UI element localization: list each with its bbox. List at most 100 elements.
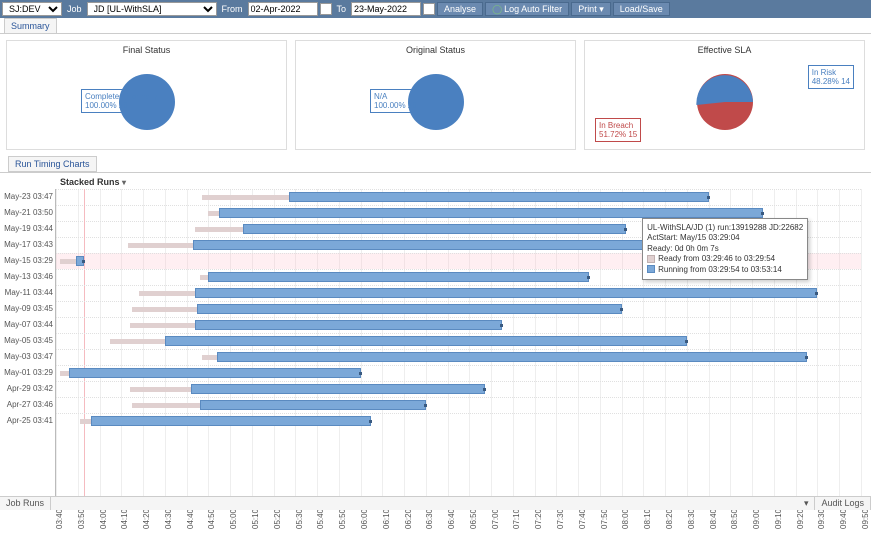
- gantt-row[interactable]: May-03 03:47: [56, 349, 861, 365]
- x-tick: 06:30: [425, 509, 434, 529]
- gantt-row[interactable]: May-09 03:45: [56, 301, 861, 317]
- y-label: May-05 03:45: [1, 336, 53, 345]
- gantt-row[interactable]: May-07 03:44: [56, 317, 861, 333]
- job-select[interactable]: JD [UL-WithSLA]: [87, 2, 217, 16]
- analyse-button[interactable]: Analyse: [437, 2, 483, 16]
- x-tick: 09:00: [752, 509, 761, 529]
- ready-bar[interactable]: [139, 291, 196, 296]
- ready-bar[interactable]: [200, 275, 209, 280]
- running-bar[interactable]: [195, 320, 502, 330]
- from-label: From: [219, 4, 246, 14]
- pie-chart-icon: [695, 72, 755, 132]
- ready-bar[interactable]: [128, 243, 193, 248]
- ready-bar[interactable]: [132, 307, 197, 312]
- y-label: May-03 03:47: [1, 352, 53, 361]
- x-tick: 07:10: [512, 509, 521, 529]
- x-tick: 09:40: [839, 509, 848, 529]
- pie-title: Effective SLA: [589, 45, 860, 55]
- calendar-icon[interactable]: [423, 3, 435, 15]
- y-label: May-13 03:46: [1, 272, 53, 281]
- gantt-row[interactable]: May-01 03:29: [56, 365, 861, 381]
- footer-tab-job-runs[interactable]: Job Runs: [0, 497, 51, 510]
- pie-legend-item: In Risk48.28% 14: [808, 65, 854, 89]
- x-tick: 05:00: [229, 509, 238, 529]
- to-date-input[interactable]: [351, 2, 421, 16]
- footer-tab-audit-logs[interactable]: Audit Logs: [815, 497, 871, 510]
- pie-legend-item: Completed Normally100.00% 29: [81, 89, 161, 113]
- ready-bar[interactable]: [110, 339, 164, 344]
- running-bar[interactable]: [219, 208, 763, 218]
- pie-legend-item: N/A100.00% 29: [370, 89, 421, 113]
- load-save-button[interactable]: Load/Save: [613, 2, 670, 16]
- ready-bar[interactable]: [208, 211, 219, 216]
- y-label: Apr-29 03:42: [1, 384, 53, 393]
- x-tick: 09:10: [774, 509, 783, 529]
- chevron-down-icon: ▾: [122, 178, 126, 187]
- stacked-runs-chart[interactable]: May-23 03:47May-21 03:50May-19 03:44UL-W…: [55, 189, 861, 499]
- x-tick: 08:50: [730, 509, 739, 529]
- ready-bar[interactable]: [130, 387, 191, 392]
- gantt-row[interactable]: Apr-25 03:41: [56, 413, 861, 429]
- x-tick: 06:10: [382, 509, 391, 529]
- running-bar[interactable]: [289, 192, 709, 202]
- gantt-row[interactable]: May-23 03:47: [56, 189, 861, 205]
- footer-dropdown[interactable]: ▾: [798, 497, 816, 510]
- ready-bar[interactable]: [202, 195, 289, 200]
- tab-row: Summary: [0, 18, 871, 34]
- x-tick: 04:50: [207, 509, 216, 529]
- pie-title: Original Status: [300, 45, 571, 55]
- running-bar[interactable]: [197, 304, 621, 314]
- chevron-down-icon: ▾: [599, 4, 604, 14]
- running-bar[interactable]: [191, 384, 485, 394]
- pie-title: Final Status: [11, 45, 282, 55]
- x-tick: 04:30: [164, 509, 173, 529]
- y-label: May-23 03:47: [1, 192, 53, 201]
- running-bar[interactable]: [217, 352, 807, 362]
- y-label: Apr-27 03:46: [1, 400, 53, 409]
- gantt-row[interactable]: Apr-29 03:42: [56, 381, 861, 397]
- x-tick: 05:20: [273, 509, 282, 529]
- footer: Job Runs ▾ Audit Logs: [0, 496, 871, 510]
- calendar-icon[interactable]: [320, 3, 332, 15]
- gantt-row[interactable]: Apr-27 03:46: [56, 397, 861, 413]
- gantt-row[interactable]: May-19 03:44UL-WithSLA/JD (1) run:139192…: [56, 221, 861, 237]
- gantt-row[interactable]: May-11 03:44: [56, 285, 861, 301]
- env-select[interactable]: SJ:DEV: [2, 2, 62, 16]
- pie-row: Final Status Completed Normally100.00% 2…: [0, 34, 871, 156]
- running-bar[interactable]: [69, 368, 361, 378]
- ready-bar[interactable]: [60, 259, 75, 264]
- tab-summary[interactable]: Summary: [4, 18, 57, 33]
- log-auto-filter-button[interactable]: ◯Log Auto Filter: [485, 2, 569, 16]
- pie-effective-sla: Effective SLA In Risk48.28% 14 In Breach…: [584, 40, 865, 150]
- x-tick: 06:20: [404, 509, 413, 529]
- tab-run-timing-charts[interactable]: Run Timing Charts: [8, 156, 97, 172]
- running-bar[interactable]: [91, 416, 372, 426]
- x-tick: 07:00: [491, 509, 500, 529]
- ready-bar[interactable]: [132, 403, 199, 408]
- y-label: May-15 03:29: [1, 256, 53, 265]
- running-bar[interactable]: [200, 400, 426, 410]
- x-tick: 09:50: [861, 509, 870, 529]
- x-tick: 04:20: [142, 509, 151, 529]
- ready-bar[interactable]: [130, 323, 195, 328]
- ready-bar[interactable]: [202, 355, 217, 360]
- from-date-input[interactable]: [248, 2, 318, 16]
- running-bar[interactable]: [76, 256, 85, 266]
- gantt-row[interactable]: May-05 03:45: [56, 333, 861, 349]
- x-tick: 08:00: [621, 509, 630, 529]
- x-tick: 04:00: [99, 509, 108, 529]
- running-bar[interactable]: [243, 224, 626, 234]
- ready-bar[interactable]: [80, 419, 91, 424]
- running-bar[interactable]: [165, 336, 687, 346]
- x-tick: 07:20: [534, 509, 543, 529]
- running-bar[interactable]: [208, 272, 589, 282]
- x-tick: 06:00: [360, 509, 369, 529]
- y-label: May-19 03:44: [1, 224, 53, 233]
- ready-bar[interactable]: [60, 371, 69, 376]
- y-label: Apr-25 03:41: [1, 416, 53, 425]
- print-button[interactable]: Print ▾: [571, 2, 611, 16]
- y-label: May-17 03:43: [1, 240, 53, 249]
- ready-bar[interactable]: [195, 227, 243, 232]
- running-bar[interactable]: [195, 288, 817, 298]
- x-tick: 05:30: [295, 509, 304, 529]
